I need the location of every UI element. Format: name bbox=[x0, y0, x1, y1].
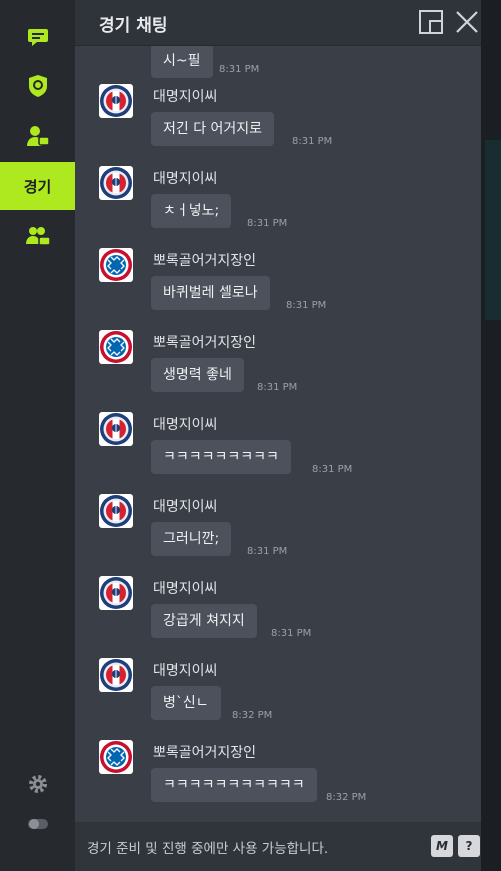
avatar[interactable] bbox=[99, 494, 133, 528]
macro-button[interactable]: M bbox=[431, 835, 453, 857]
username[interactable]: 대명지이씨 bbox=[153, 86, 217, 106]
group-chat-icon[interactable] bbox=[0, 212, 75, 260]
username[interactable]: 대명지이씨 bbox=[153, 168, 217, 188]
sidebar-item-match[interactable]: 경기 bbox=[0, 162, 75, 210]
match-tab-label: 경기 bbox=[23, 177, 52, 196]
toggle-icon[interactable] bbox=[0, 800, 75, 848]
message-bubble: 시~필 bbox=[151, 46, 213, 78]
message-time: 8:32 PM bbox=[326, 792, 367, 803]
avatar[interactable] bbox=[99, 576, 133, 610]
popout-icon[interactable] bbox=[418, 9, 444, 35]
message-time: 8:31 PM bbox=[271, 628, 312, 639]
message-bubble: 생명력 좋네 bbox=[151, 358, 244, 392]
message-time: 8:31 PM bbox=[286, 300, 327, 311]
avatar[interactable] bbox=[99, 658, 133, 692]
message-bubble: 저긴 다 어거지로 bbox=[151, 112, 275, 146]
avatar[interactable] bbox=[99, 248, 133, 282]
message-time: 8:31 PM bbox=[292, 136, 333, 147]
shield-icon[interactable] bbox=[0, 62, 75, 110]
username[interactable]: 뽀록골어거지장인 bbox=[153, 742, 256, 762]
avatar[interactable] bbox=[99, 330, 133, 364]
username[interactable]: 대명지이씨 bbox=[153, 496, 217, 516]
chat-disabled-notice: 경기 준비 및 진행 중에만 사용 가능합니다. bbox=[87, 841, 329, 857]
avatar[interactable] bbox=[99, 166, 133, 200]
background-strip bbox=[481, 0, 501, 871]
message-bubble: 그러니깐; bbox=[151, 522, 232, 556]
username[interactable]: 뽀록골어거지장인 bbox=[153, 332, 256, 352]
user-chat-icon[interactable] bbox=[0, 112, 75, 160]
username[interactable]: 뽀록골어거지장인 bbox=[153, 250, 256, 270]
close-icon[interactable] bbox=[454, 9, 480, 35]
message-time: 8:31 PM bbox=[312, 464, 353, 475]
message-time: 8:31 PM bbox=[247, 546, 288, 557]
username[interactable]: 대명지이씨 bbox=[153, 414, 217, 434]
help-button[interactable]: ? bbox=[458, 835, 480, 857]
avatar[interactable] bbox=[99, 412, 133, 446]
username[interactable]: 대명지이씨 bbox=[153, 578, 217, 598]
message-bubble: ㅋㅋㅋㅋㅋㅋㅋㅋㅋㅋㅋ bbox=[151, 768, 317, 802]
message-bubble: 병`신ㄴ bbox=[151, 686, 221, 720]
page-title: 경기 채팅 bbox=[99, 16, 168, 36]
chat-panel: 경기 채팅 시~필 8:31 PM 대명지이씨 저긴 다 어거지로 8:31 P… bbox=[75, 0, 481, 871]
message-time: 8:32 PM bbox=[232, 710, 273, 721]
message-bubble: ㅊㅓ넣노; bbox=[151, 194, 232, 228]
message-time: 8:31 PM bbox=[219, 64, 260, 75]
chat-header: 경기 채팅 bbox=[75, 0, 481, 46]
avatar[interactable] bbox=[99, 740, 133, 774]
message-list[interactable]: 시~필 8:31 PM 대명지이씨 저긴 다 어거지로 8:31 PM 대명지이… bbox=[75, 46, 481, 822]
avatar[interactable] bbox=[99, 84, 133, 118]
message-time: 8:31 PM bbox=[247, 218, 288, 229]
message-time: 8:31 PM bbox=[257, 382, 298, 393]
username[interactable]: 대명지이씨 bbox=[153, 660, 217, 680]
chat-footer: 경기 준비 및 진행 중에만 사용 가능합니다. M ? bbox=[75, 822, 481, 871]
background-detail bbox=[485, 140, 501, 320]
sidebar: 경기 bbox=[0, 0, 75, 871]
message-bubble: ㅋㅋㅋㅋㅋㅋㅋㅋㅋ bbox=[151, 440, 291, 474]
message-bubble: 강곱게 쳐지지 bbox=[151, 604, 257, 638]
message-bubble: 바퀴벌레 셀로나 bbox=[151, 276, 270, 310]
chat-icon[interactable] bbox=[0, 13, 75, 61]
